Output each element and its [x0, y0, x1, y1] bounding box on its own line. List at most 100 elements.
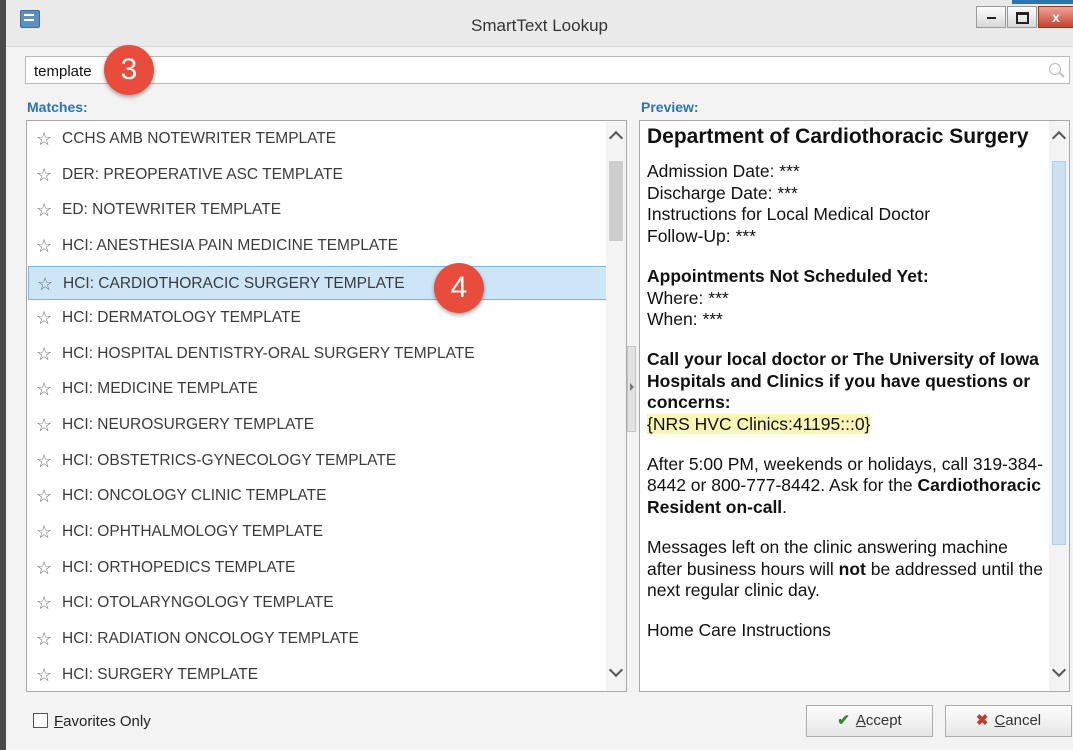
checkbox-box[interactable] [33, 713, 48, 728]
preview-pane: Department of Cardiothoracic Surgery Adm… [639, 120, 1070, 692]
preview-heading: Department of Cardiothoracic Surgery [647, 125, 1029, 148]
close-button[interactable]: x [1038, 6, 1073, 28]
cancel-label: ancel [1005, 712, 1042, 729]
list-item[interactable]: ☆ HCI: ONCOLOGY CLINIC TEMPLATE [28, 479, 607, 513]
home-care-heading: Home Care Instructions [647, 619, 831, 640]
list-item[interactable]: ☆ HCI: OBSTETRICS-GYNECOLOGY TEMPLATE [28, 444, 607, 478]
list-item-label: HCI: RADIATION ONCOLOGY TEMPLATE [62, 630, 359, 647]
list-item[interactable]: ☆ HCI: RADIATION ONCOLOGY TEMPLATE [28, 622, 607, 656]
star-icon[interactable]: ☆ [36, 622, 52, 656]
search-icon[interactable] [1049, 63, 1061, 75]
cancel-button[interactable]: ✖ Cancel [945, 705, 1072, 737]
list-item-label: HCI: ANESTHESIA PAIN MEDICINE TEMPLATE [62, 237, 398, 254]
list-item-label: DER: PREOPERATIVE ASC TEMPLATE [62, 166, 343, 183]
star-icon[interactable]: ☆ [36, 515, 52, 549]
star-icon[interactable]: ☆ [36, 193, 52, 227]
followup-line: Follow-Up: *** [647, 226, 756, 247]
pane-splitter[interactable] [627, 346, 636, 432]
list-item[interactable]: ☆ ED: NOTEWRITER TEMPLATE [28, 193, 607, 227]
star-icon[interactable]: ☆ [36, 586, 52, 620]
list-item-label: HCI: CARDIOTHORACIC SURGERY TEMPLATE [63, 275, 405, 292]
accept-label: ccept [865, 712, 902, 729]
search-input[interactable] [32, 60, 936, 82]
preview-content: Department of Cardiothoracic Surgery Adm… [647, 124, 1047, 660]
scrollbar-thumb[interactable] [1052, 161, 1066, 545]
list-item[interactable]: ☆ HCI: DERMATOLOGY TEMPLATE [28, 301, 607, 335]
preview-admission-block: Admission Date: *** Discharge Date: *** … [647, 161, 1047, 248]
star-icon[interactable]: ☆ [36, 337, 52, 371]
step-badge-4: 4 [434, 263, 484, 313]
star-icon[interactable]: ☆ [36, 122, 52, 156]
list-item-label: HCI: NEUROSURGERY TEMPLATE [62, 416, 315, 433]
list-item[interactable]: ☆ HCI: OTOLARYNGOLOGY TEMPLATE [28, 586, 607, 620]
admission-date: Admission Date: *** [647, 161, 800, 181]
when-line: When: *** [647, 309, 723, 330]
title-bar: SmartText Lookup x [6, 0, 1073, 47]
star-icon[interactable]: ☆ [36, 444, 52, 478]
list-item-label: HCI: HOSPITAL DENTISTRY-ORAL SURGERY TEM… [62, 345, 475, 362]
accept-accel: A [855, 712, 866, 729]
list-item[interactable]: ☆ HCI: SURGERY TEMPLATE [28, 658, 607, 691]
matches-list[interactable]: ☆ CCHS AMB NOTEWRITER TEMPLATE ☆ DER: PREO… [26, 120, 627, 692]
list-item[interactable]: ☆ HCI: HOSPITAL DENTISTRY-ORAL SURGERY TE… [28, 337, 607, 371]
search-box[interactable] [25, 56, 1070, 84]
star-icon[interactable]: ☆ [36, 479, 52, 513]
maximize-button[interactable] [1007, 6, 1037, 28]
chevron-down-icon[interactable] [1051, 662, 1067, 678]
maximize-icon [1015, 12, 1029, 24]
list-item-selected[interactable]: ☆ HCI: CARDIOTHORACIC SURGERY TEMPLATE [28, 266, 607, 300]
preview-label: Preview: [641, 99, 699, 115]
discharge-date: Discharge Date: *** [647, 182, 798, 203]
list-item-label: HCI: ORTHOPEDICS TEMPLATE [62, 559, 296, 576]
background-window-strip [1012, 0, 1073, 4]
list-item-label: HCI: SURGERY TEMPLATE [62, 666, 259, 683]
chevron-up-icon[interactable] [1051, 130, 1067, 146]
list-item-label: ED: NOTEWRITER TEMPLATE [62, 201, 282, 218]
chevron-up-icon[interactable] [608, 130, 624, 146]
check-icon: ✔ [837, 712, 850, 729]
star-icon[interactable]: ☆ [36, 301, 52, 335]
close-icon: x [1052, 9, 1060, 25]
scrollbar-thumb[interactable] [609, 161, 623, 241]
star-icon[interactable]: ☆ [36, 372, 52, 406]
list-item-label: HCI: OPHTHALMOLOGY TEMPLATE [62, 523, 323, 540]
preview-appointments-block: Appointments Not Scheduled Yet: Where: *… [647, 266, 1047, 331]
cancel-accel: C [994, 712, 1006, 729]
matches-scrollbar[interactable] [606, 121, 626, 691]
instructions-line: Instructions for Local Medical Doctor [647, 204, 931, 225]
favorites-accel: F [54, 713, 64, 730]
star-icon[interactable]: ☆ [36, 229, 52, 263]
star-icon[interactable]: ☆ [36, 551, 52, 585]
list-item[interactable]: ☆ HCI: NEUROSURGERY TEMPLATE [28, 408, 607, 442]
favorites-only-checkbox[interactable]: Favorites Only [33, 713, 151, 730]
star-icon[interactable]: ☆ [37, 267, 53, 301]
star-icon[interactable]: ☆ [36, 658, 52, 691]
list-item-label: HCI: OBSTETRICS-GYNECOLOGY TEMPLATE [62, 452, 397, 469]
star-icon[interactable]: ☆ [36, 158, 52, 192]
accept-button[interactable]: ✔ Accept [806, 705, 933, 737]
list-item[interactable]: ☆ HCI: ORTHOPEDICS TEMPLATE [28, 551, 607, 585]
preview-afterhours-block: After 5:00 PM, weekends or holidays, cal… [647, 454, 1047, 519]
call-text: Call your local doctor or The University… [647, 348, 1039, 413]
chevron-down-icon[interactable] [608, 662, 624, 678]
list-item[interactable]: ☆ CCHS AMB NOTEWRITER TEMPLATE [28, 122, 607, 156]
minimize-icon [986, 17, 996, 19]
star-icon[interactable]: ☆ [36, 408, 52, 442]
step-badge-3: 3 [104, 45, 154, 95]
list-item-label: HCI: DERMATOLOGY TEMPLATE [62, 309, 301, 326]
list-item[interactable]: ☆ HCI: OPHTHALMOLOGY TEMPLATE [28, 515, 607, 549]
close-icon: ✖ [975, 712, 989, 729]
list-item[interactable]: ☆ DER: PREOPERATIVE ASC TEMPLATE [28, 158, 607, 192]
messages-not: not [838, 558, 866, 579]
period: . [782, 497, 788, 518]
list-item-label: HCI: ONCOLOGY CLINIC TEMPLATE [62, 487, 327, 504]
list-item-label: CCHS AMB NOTEWRITER TEMPLATE [62, 130, 337, 147]
matches-label: Matches: [27, 99, 88, 115]
list-item[interactable]: ☆ HCI: MEDICINE TEMPLATE [28, 372, 607, 406]
list-item[interactable]: ☆ HCI: ANESTHESIA PAIN MEDICINE TEMPLATE [28, 229, 607, 263]
preview-scrollbar[interactable] [1049, 121, 1069, 691]
appointments-heading: Appointments Not Scheduled Yet: [647, 265, 929, 286]
where-line: Where: *** [647, 287, 729, 308]
preview-homecare-block: Home Care Instructions [647, 620, 1047, 642]
minimize-button[interactable] [976, 6, 1006, 28]
